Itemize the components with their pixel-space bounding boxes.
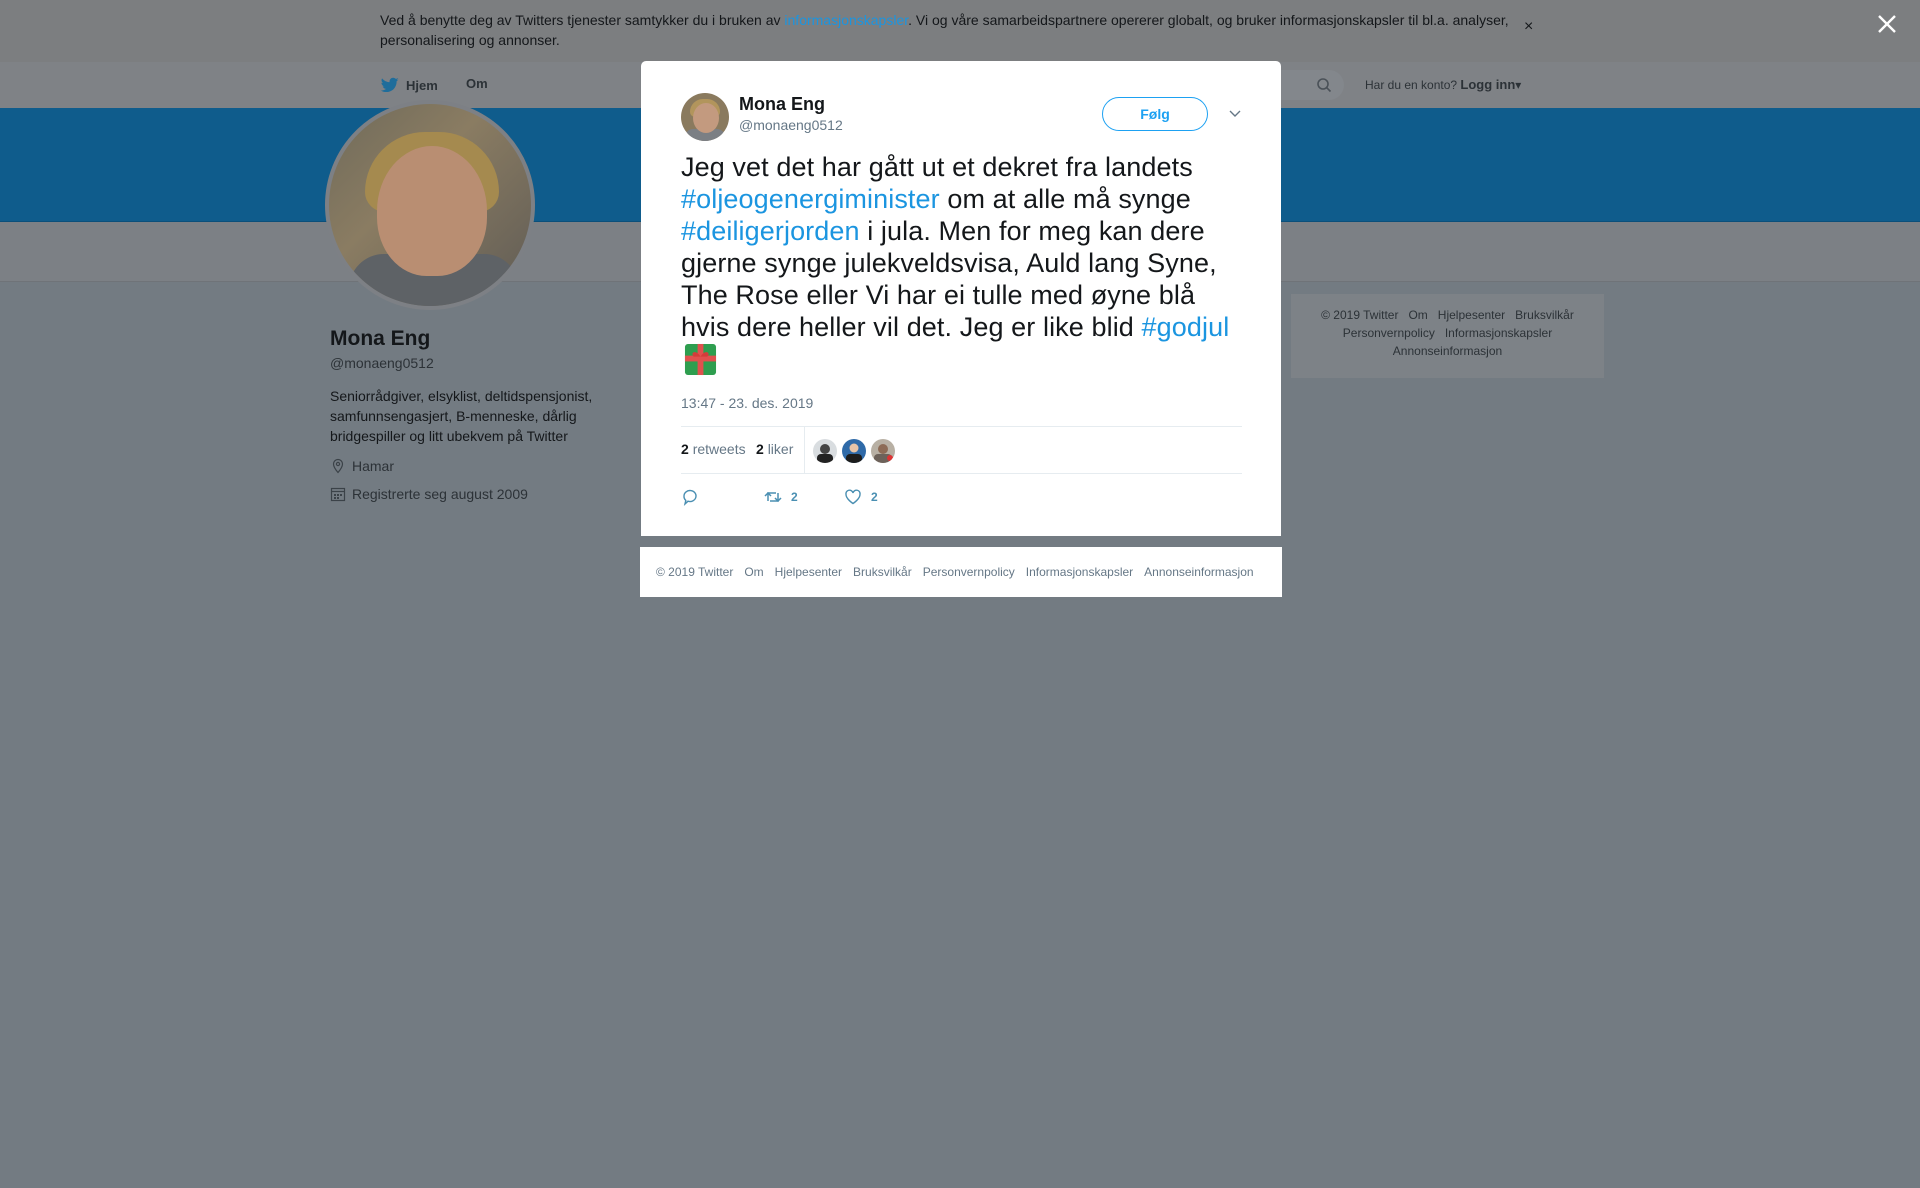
footer-privacy[interactable]: Personvernpolicy [923,565,1015,579]
hashtag-link[interactable]: #deiligerjorden [681,216,860,246]
nav-home-link[interactable]: Hjem [380,76,438,94]
footer-cookies[interactable]: Informasjonskapsler [1026,565,1133,579]
tweet-text: Jeg vet det har gått ut et dekret fra la… [681,151,1251,377]
has-account-label: Har du en konto? [1365,78,1458,92]
likes-count: 2 [756,441,764,457]
footer-help[interactable]: Hjelpesenter [775,565,842,579]
follow-button[interactable]: Følg [1102,97,1208,131]
heart-icon [845,489,861,505]
tweet-text-part: om at alle må synge [939,184,1191,214]
footer-about[interactable]: Om [744,565,763,579]
login-area: Har du en konto? Logg inn▾ [1365,77,1521,92]
reply-icon [683,489,697,507]
like-button[interactable]: 2 [843,487,878,507]
tweet-author-avatar[interactable] [681,93,729,141]
profile-location: Hamar [330,458,394,474]
location-icon [332,458,344,474]
tweet-stats: 2 retweets 2 liker [681,426,1242,474]
side-footer-copyright: © 2019 Twitter [1321,308,1399,322]
login-link[interactable]: Logg inn [1460,77,1515,92]
search-icon [1317,78,1332,93]
footer-copyright: © 2019 Twitter [656,565,734,579]
profile-bio: Seniorrådgiver, elsyklist, deltidspensjo… [330,388,593,444]
stats-divider [804,427,805,474]
retweet-count: 2 [791,490,798,504]
retweets-stat[interactable]: 2 retweets [681,441,746,457]
side-footer: © 2019 Twitter Om Hjelpesenter Bruksvilkår … [1291,294,1604,378]
twitter-bird-icon [380,77,399,93]
cookie-text-before: Ved å benytte deg av Twitters tjenester … [380,12,785,28]
hashtag-link[interactable]: #godjul [1142,312,1230,342]
likes-label: liker [767,441,794,457]
tweet-modal: Mona Eng @monaeng0512 Følg Jeg vet det h… [641,61,1281,536]
tweet-author-handle[interactable]: @monaeng0512 [739,117,843,133]
tweet-timestamp[interactable]: 13:47 - 23. des. 2019 [681,395,813,411]
side-footer-terms[interactable]: Bruksvilkår [1515,308,1574,322]
side-footer-ads[interactable]: Annonseinformasjon [1393,344,1502,358]
like-count: 2 [871,490,878,504]
retweets-count: 2 [681,441,689,457]
nav-home-label: Hjem [406,77,438,93]
side-footer-about[interactable]: Om [1408,308,1427,322]
footer-terms[interactable]: Bruksvilkår [853,565,912,579]
nav-about-link[interactable]: Om [466,76,488,91]
modal-footer: © 2019 Twitter Om Hjelpesenter Bruksvilk… [640,547,1282,597]
tweet-actions: 2 2 [681,487,1242,517]
gift-icon [684,343,717,376]
retweet-button[interactable]: 2 [763,487,798,507]
location-text: Hamar [352,458,395,474]
reply-button[interactable] [681,487,701,507]
liker-avatar[interactable] [871,439,895,463]
tweet-author-name[interactable]: Mona Eng [739,94,825,115]
profile-joined: Registrerte seg august 2009 [330,486,528,502]
profile-name[interactable]: Mona Eng [330,327,430,351]
close-icon[interactable] [1876,13,1898,35]
cookie-close-button[interactable]: × [1524,18,1533,36]
side-footer-cookies[interactable]: Informasjonskapsler [1445,326,1552,340]
cookie-text: Ved å benytte deg av Twitters tjenester … [380,10,1520,50]
liker-avatar[interactable] [842,439,866,463]
cookie-link[interactable]: informasjonskapsler [784,12,908,28]
likes-stat[interactable]: 2 liker [756,441,793,457]
joined-text: Registrerte seg august 2009 [352,486,528,502]
footer-ads[interactable]: Annonseinformasjon [1144,565,1253,579]
retweet-icon [764,491,782,503]
liker-avatar[interactable] [813,439,837,463]
profile-handle[interactable]: @monaeng0512 [330,355,434,371]
profile-avatar[interactable] [325,100,535,310]
cookie-banner: Ved å benytte deg av Twitters tjenester … [0,0,1920,62]
retweets-label: retweets [692,441,746,457]
calendar-icon [330,487,346,502]
side-footer-privacy[interactable]: Personvernpolicy [1343,326,1435,340]
side-footer-help[interactable]: Hjelpesenter [1438,308,1505,322]
chevron-down-icon[interactable] [1227,105,1243,121]
tweet-text-part: Jeg vet det har gått ut et dekret fra la… [681,152,1193,182]
hashtag-link[interactable]: #oljeogenergiminister [681,184,940,214]
login-caret-icon[interactable]: ▾ [1515,78,1521,92]
